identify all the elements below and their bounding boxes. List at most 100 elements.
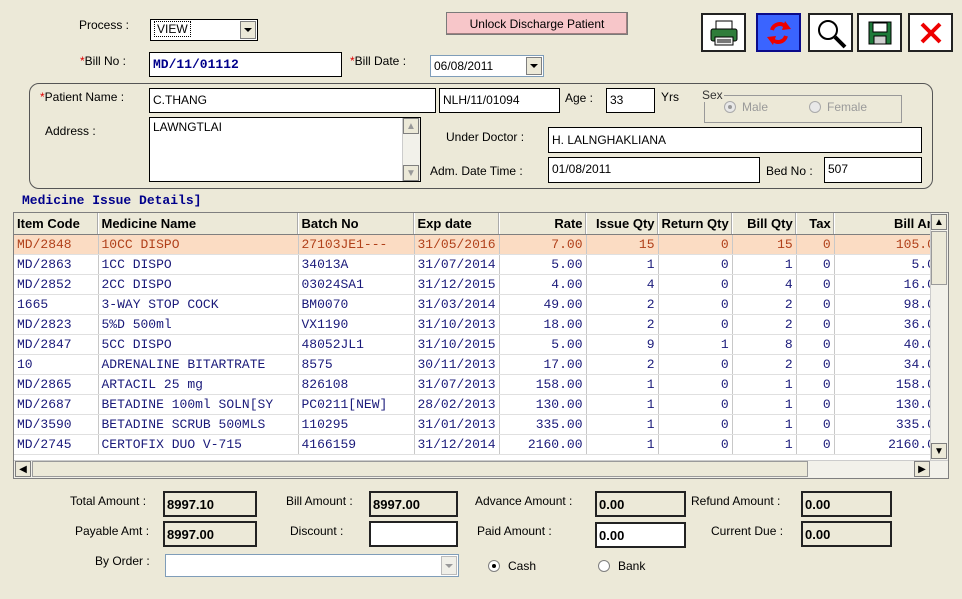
table-cell: 0 — [658, 374, 733, 395]
table-cell: ARTACIL 25 mg — [98, 374, 299, 395]
column-header[interactable]: Tax — [796, 213, 835, 235]
process-select[interactable]: VIEW — [150, 19, 258, 41]
table-row[interactable]: MD/2852 2CC DISPO 03024SA1 31/12/2015 4.00 4 0… — [14, 274, 947, 295]
table-cell: 0 — [796, 354, 835, 375]
table-cell: 48052JL1 — [298, 334, 415, 355]
doctor-label: Under Doctor : — [446, 130, 525, 144]
table-cell: 31/01/2013 — [414, 414, 500, 435]
table-row[interactable]: MD/3590 BETADINE SCRUB 500MLS 110295 31/01/… — [14, 414, 947, 435]
column-header[interactable]: Exp date — [414, 213, 500, 235]
table-cell: 1 — [732, 434, 797, 455]
bill-date-picker[interactable]: 06/08/2011 — [430, 55, 544, 77]
doctor-field[interactable]: H. LALNGHAKLIANA — [548, 127, 922, 153]
table-cell: 5%D 500ml — [98, 314, 299, 335]
table-cell: 31/03/2014 — [414, 294, 500, 315]
table-row[interactable]: MD/2823 5%D 500ml VX1190 31/10/2013 18.00 2 0 2… — [14, 314, 947, 335]
cash-radio[interactable] — [488, 560, 500, 572]
bed-no-field[interactable]: 507 — [824, 157, 922, 183]
scroll-up-icon[interactable]: ▲ — [931, 214, 947, 230]
save-icon — [868, 21, 891, 44]
table-cell: BM0070 — [298, 294, 415, 315]
sex-label: Sex — [701, 88, 724, 102]
bed-no-label: Bed No : — [766, 164, 813, 178]
registration-no-field[interactable]: NLH/11/01094 — [439, 88, 560, 113]
adm-datetime-field[interactable]: 01/08/2011 — [548, 157, 760, 183]
table-cell: MD/2823 — [14, 314, 99, 335]
table-cell: 31/07/2014 — [414, 254, 500, 275]
close-icon — [920, 22, 941, 43]
table-cell: ADRENALINE BITARTRATE — [98, 354, 299, 375]
payable-amount-label: Payable Amt : — [75, 524, 150, 538]
address-scrollbar[interactable]: ▲ ▼ — [402, 118, 420, 181]
address-field[interactable]: LAWNGTLAI ▲ ▼ — [149, 117, 421, 182]
table-cell: 0 — [796, 234, 835, 255]
table-cell: 2 — [586, 354, 659, 375]
close-button[interactable] — [908, 13, 953, 52]
column-header[interactable]: Rate — [499, 213, 587, 235]
address-label: Address : — [45, 124, 96, 138]
scroll-thumb[interactable] — [32, 461, 808, 477]
age-field[interactable]: 33 — [606, 88, 655, 113]
table-cell: 15 — [586, 234, 659, 255]
table-cell: 1 — [586, 374, 659, 395]
female-radio[interactable] — [809, 101, 821, 113]
column-header[interactable]: Return Qty — [658, 213, 733, 235]
column-header[interactable]: Issue Qty — [586, 213, 659, 235]
vertical-scrollbar[interactable]: ▲ ▼ — [930, 213, 948, 460]
table-row[interactable]: 1665 3-WAY STOP COCK BM0070 31/03/2014 49.00… — [14, 294, 947, 315]
table-row[interactable]: MD/2865 ARTACIL 25 mg 826108 31/07/2013 158.… — [14, 374, 947, 395]
by-order-select[interactable] — [165, 554, 459, 577]
table-cell: MD/2745 — [14, 434, 99, 455]
table-cell: MD/2865 — [14, 374, 99, 395]
table-cell: 0 — [796, 334, 835, 355]
print-button[interactable] — [701, 13, 746, 52]
horizontal-scrollbar[interactable]: ◀ ▶ — [14, 460, 948, 478]
table-row[interactable]: MD/2848 10CC DISPO 27103JE1--- 31/05/2016 7.… — [14, 234, 947, 255]
table-cell: 335.00 — [499, 414, 587, 435]
print-icon — [710, 20, 737, 45]
scroll-right-icon[interactable]: ▶ — [914, 461, 930, 477]
refresh-button[interactable] — [756, 13, 801, 52]
age-label: Age : — [565, 91, 594, 105]
table-row[interactable]: MD/2745 CERTOFIX DUO V-715 4166159 31/12/20… — [14, 434, 947, 455]
male-radio[interactable] — [724, 101, 736, 113]
column-header[interactable]: Bill Qty — [732, 213, 797, 235]
table-cell: 826108 — [298, 374, 415, 395]
search-button[interactable] — [808, 13, 853, 52]
bank-radio[interactable] — [598, 560, 610, 572]
advance-amount-field: 0.00 — [595, 491, 686, 517]
table-cell: 31/07/2013 — [414, 374, 500, 395]
scroll-up-icon[interactable]: ▲ — [403, 118, 419, 134]
patient-name-field[interactable]: C.THANG — [149, 88, 436, 113]
table-row[interactable]: MD/2847 5CC DISPO 48052JL1 31/10/2015 5.00 9 1… — [14, 334, 947, 355]
table-cell: 0 — [796, 314, 835, 335]
table-cell: 0 — [796, 374, 835, 395]
adm-datetime-label: Adm. Date Time : — [430, 164, 523, 178]
bill-no-field[interactable]: MD/11/01112 — [149, 52, 342, 77]
scroll-left-icon[interactable]: ◀ — [15, 461, 31, 477]
chevron-down-icon[interactable] — [240, 21, 256, 39]
table-row[interactable]: MD/2687 BETADINE 100ml SOLN[SY PC0211[NEW]… — [14, 394, 947, 415]
chevron-down-icon[interactable] — [526, 57, 542, 75]
column-header[interactable]: Medicine Name — [98, 213, 299, 235]
column-header[interactable]: Batch No — [298, 213, 415, 235]
table-row[interactable]: 10 ADRENALINE BITARTRATE 8575 30/11/2013 17.… — [14, 354, 947, 375]
scroll-down-icon[interactable]: ▼ — [403, 165, 419, 181]
table-cell: MD/2863 — [14, 254, 99, 275]
scroll-down-icon[interactable]: ▼ — [931, 443, 947, 459]
medicine-table[interactable]: Item Code Medicine Name Batch No Exp date Ra… — [13, 212, 949, 479]
save-button[interactable] — [857, 13, 902, 52]
table-cell: 31/12/2014 — [414, 434, 500, 455]
table-cell: 0 — [658, 354, 733, 375]
unlock-discharge-button[interactable]: Unlock Discharge Patient — [446, 12, 628, 35]
table-cell: 1 — [732, 254, 797, 275]
discount-field[interactable] — [369, 521, 458, 547]
by-order-label: By Order : — [95, 554, 150, 568]
column-header[interactable]: Item Code — [14, 213, 99, 235]
table-cell: 17.00 — [499, 354, 587, 375]
table-row[interactable]: MD/2863 1CC DISPO 34013A 31/07/2014 5.00 1 0 1 0… — [14, 254, 947, 275]
patient-name-label: *Patient Name : — [40, 90, 125, 104]
scroll-thumb[interactable] — [931, 231, 947, 285]
paid-amount-field[interactable]: 0.00 — [595, 522, 686, 548]
chevron-down-icon[interactable] — [441, 556, 457, 575]
